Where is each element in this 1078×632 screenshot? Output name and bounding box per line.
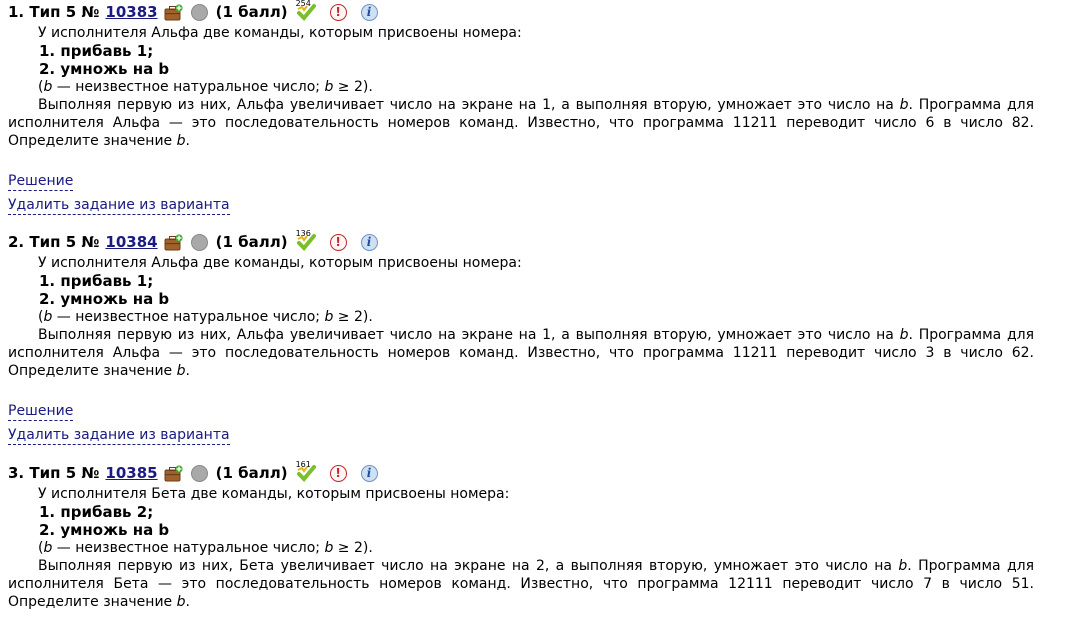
problem-index: 1. — [8, 3, 25, 21]
problem-number-link[interactable]: 10385 — [105, 464, 157, 482]
problem-2: 2. Тип 5 № 10384 (1 балл) 136 ! i У испо… — [8, 229, 1034, 450]
briefcase-plus-icon[interactable] — [164, 3, 183, 21]
problem-body: У исполнителя Альфа две команды, которым… — [8, 24, 1034, 220]
variable-note: (b — неизвестное натуральное число; b ≥ … — [38, 540, 373, 556]
remove-from-variant-link[interactable]: Удалить задание из варианта — [8, 427, 230, 445]
solved-count-icon: 136 — [294, 229, 318, 253]
problem-intro: У исполнителя Альфа две команды, которым… — [38, 25, 522, 41]
solved-count: 136 — [295, 229, 311, 238]
problem-1: 1. Тип 5 № 10383 (1 балл) 254 ! i У испо… — [8, 0, 1034, 220]
info-icon[interactable]: i — [360, 3, 378, 21]
problem-body: У исполнителя Бета две команды, которым … — [8, 485, 1034, 611]
solution-link[interactable]: Решение — [8, 173, 74, 191]
number-sign: № — [81, 3, 100, 21]
problem-type: Тип 5 — [29, 233, 77, 251]
command-2: 2. умножь на b — [39, 290, 170, 308]
info-icon[interactable]: i — [360, 464, 378, 482]
solved-count: 254 — [295, 0, 311, 8]
problem-intro: У исполнителя Бета две команды, которым … — [38, 486, 510, 502]
solution-link[interactable]: Решение — [8, 403, 74, 421]
number-sign: № — [81, 233, 100, 251]
report-error-icon[interactable]: ! — [329, 464, 347, 482]
briefcase-plus-icon[interactable] — [164, 464, 183, 482]
problem-number-link[interactable]: 10383 — [105, 3, 157, 21]
number-sign: № — [81, 464, 100, 482]
variable-note: (b — неизвестное натуральное число; b ≥ … — [38, 79, 373, 95]
solved-count: 161 — [295, 460, 311, 469]
status-circle-icon — [190, 464, 208, 482]
report-error-icon[interactable]: ! — [329, 233, 347, 251]
solved-count-icon: 161 — [294, 460, 318, 484]
problem-type: Тип 5 — [29, 3, 77, 21]
problem-number-link[interactable]: 10384 — [105, 233, 157, 251]
problem-index: 3. — [8, 464, 25, 482]
problem-text: Выполняя первую из них, Бета увеличивает… — [8, 558, 1035, 610]
info-icon[interactable]: i — [360, 233, 378, 251]
problem-index: 2. — [8, 233, 25, 251]
problem-header: 2. Тип 5 № 10384 (1 балл) 136 ! i — [8, 229, 1034, 254]
problem-text: Выполняя первую из них, Альфа увеличивае… — [8, 97, 1035, 149]
problem-header: 1. Тип 5 № 10383 (1 балл) 254 ! i — [8, 0, 1034, 24]
status-circle-icon — [190, 3, 208, 21]
problem-score: (1 балл) — [215, 3, 288, 21]
command-1: 1. прибавь 1; — [39, 42, 154, 60]
report-error-icon[interactable]: ! — [329, 3, 347, 21]
command-1: 1. прибавь 1; — [39, 272, 154, 290]
problem-body: У исполнителя Альфа две команды, которым… — [8, 254, 1034, 450]
problem-intro: У исполнителя Альфа две команды, которым… — [38, 255, 522, 271]
problem-type: Тип 5 — [29, 464, 77, 482]
remove-from-variant-link[interactable]: Удалить задание из варианта — [8, 197, 230, 215]
status-circle-icon — [190, 233, 208, 251]
command-2: 2. умножь на b — [39, 60, 170, 78]
solved-count-icon: 254 — [294, 0, 318, 23]
briefcase-plus-icon[interactable] — [164, 233, 183, 251]
problem-text: Выполняя первую из них, Альфа увеличивае… — [8, 327, 1035, 379]
problem-3: 3. Тип 5 № 10385 (1 балл) 161 ! i У испо… — [8, 460, 1034, 611]
problem-score: (1 балл) — [215, 464, 288, 482]
problem-header: 3. Тип 5 № 10385 (1 балл) 161 ! i — [8, 460, 1034, 485]
variable-note: (b — неизвестное натуральное число; b ≥ … — [38, 309, 373, 325]
problem-score: (1 балл) — [215, 233, 288, 251]
command-2: 2. умножь на b — [39, 521, 170, 539]
command-1: 1. прибавь 2; — [39, 503, 154, 521]
